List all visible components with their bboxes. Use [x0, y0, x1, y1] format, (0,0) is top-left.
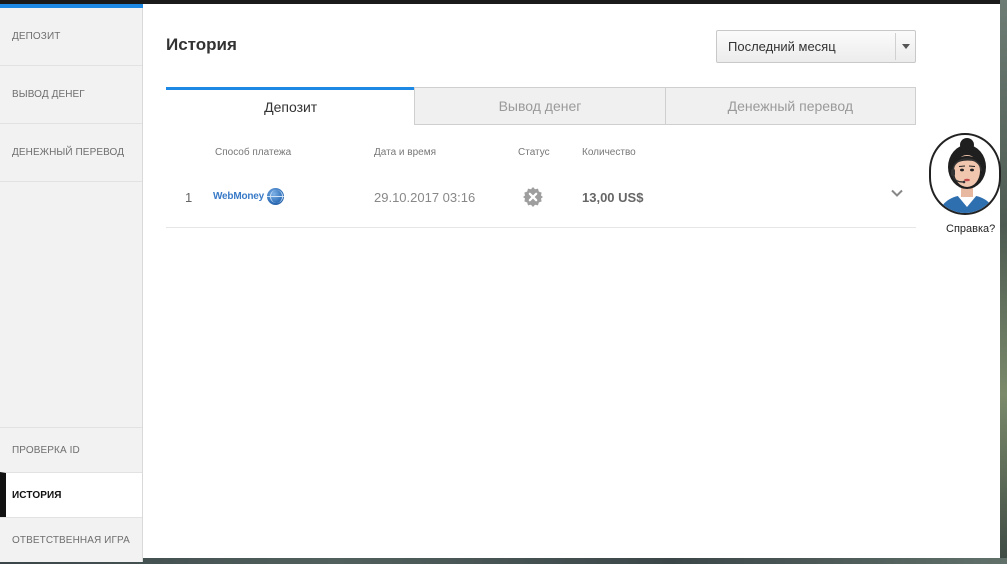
- payment-method-name: WebMoney: [213, 191, 264, 202]
- row-amount: 13,00 US$: [582, 190, 644, 205]
- sidebar-item-label: ИСТОРИЯ: [12, 489, 62, 501]
- main-content: История Последний месяц Депозит Вывод де…: [143, 8, 1000, 562]
- cashier-window: ДЕПОЗИТ ВЫВОД ДЕНЕГ ДЕНЕЖНЫЙ ПЕРЕВОД ПРО…: [0, 0, 1000, 562]
- table-header: Способ платежа Дата и время Статус Колич…: [166, 138, 916, 168]
- sidebar-item-label: ДЕНЕЖНЫЙ ПЕРЕВОД: [12, 147, 125, 158]
- page-title: История: [166, 35, 237, 54]
- header-status: Статус: [518, 147, 550, 158]
- header-method: Способ платежа: [215, 147, 292, 158]
- sidebar-item-transfer[interactable]: ДЕНЕЖНЫЙ ПЕРЕВОД: [0, 124, 142, 182]
- sidebar-item-label: ОТВЕТСТВЕННАЯ ИГРА: [12, 534, 130, 546]
- webmoney-logo: WebMoney: [213, 188, 284, 205]
- sidebar: ДЕПОЗИТ ВЫВОД ДЕНЕГ ДЕНЕЖНЫЙ ПЕРЕВОД ПРО…: [0, 8, 143, 562]
- sidebar-bottom-group: ПРОВЕРКА ID ИСТОРИЯ ОТВЕТСТВЕННАЯ ИГРА: [0, 427, 142, 562]
- help-label: Справка?: [946, 223, 996, 235]
- sidebar-item-history[interactable]: ИСТОРИЯ: [0, 472, 142, 517]
- row-index: 1: [185, 190, 193, 205]
- sidebar-item-responsible-gaming[interactable]: ОТВЕТСТВЕННАЯ ИГРА: [0, 517, 142, 562]
- sidebar-item-label: ПРОВЕРКА ID: [12, 444, 80, 456]
- sidebar-item-deposit[interactable]: ДЕПОЗИТ: [0, 8, 142, 66]
- desktop-backdrop-right: [1000, 0, 1007, 564]
- tab-withdraw[interactable]: Вывод денег: [414, 87, 666, 125]
- support-agent-avatar-icon[interactable]: [929, 133, 1001, 215]
- sidebar-item-label: ДЕПОЗИТ: [12, 31, 61, 42]
- help-widget[interactable]: Справка?: [929, 133, 1007, 243]
- history-table: Способ платежа Дата и время Статус Колич…: [166, 138, 916, 228]
- sidebar-item-withdraw[interactable]: ВЫВОД ДЕНЕГ: [0, 66, 142, 124]
- chevron-down-icon[interactable]: [889, 185, 905, 201]
- select-divider: [895, 33, 896, 60]
- webmoney-globe-icon: [267, 188, 284, 205]
- chevron-down-icon: [902, 44, 910, 49]
- row-datetime: 29.10.2017 03:16: [374, 190, 476, 205]
- tab-transfer[interactable]: Денежный перевод: [664, 87, 916, 125]
- table-row[interactable]: 1 WebMoney 29.10.2017 03:16 13,00 US$: [166, 168, 916, 228]
- cancelled-x-icon: [522, 186, 544, 208]
- period-select-value: Последний месяц: [728, 39, 836, 54]
- period-select[interactable]: Последний месяц: [716, 30, 916, 63]
- history-tabs: Депозит Вывод денег Денежный перевод: [166, 87, 916, 125]
- tab-deposit[interactable]: Депозит: [166, 87, 416, 125]
- sidebar-item-id-verification[interactable]: ПРОВЕРКА ID: [0, 427, 142, 472]
- header-amount: Количество: [582, 147, 636, 158]
- sidebar-item-label: ВЫВОД ДЕНЕГ: [12, 89, 85, 100]
- header-datetime: Дата и время: [374, 147, 437, 158]
